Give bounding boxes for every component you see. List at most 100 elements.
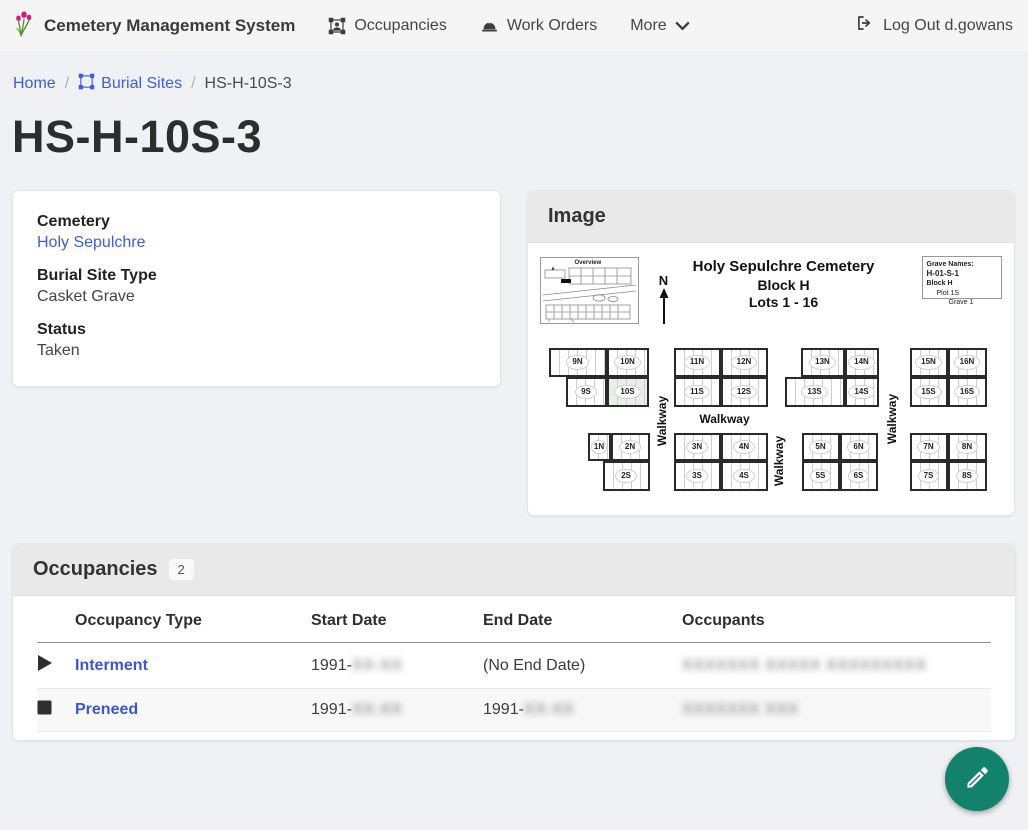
plot-cell-3N: 3N bbox=[674, 433, 721, 461]
column-header-icon bbox=[37, 596, 75, 643]
plot-cell-5S: 5S bbox=[802, 461, 840, 491]
plot-cell-8S: 8S bbox=[948, 461, 987, 491]
plot-label: 9N bbox=[566, 355, 588, 369]
plot-cell-10S-highlighted: 10S bbox=[607, 377, 649, 407]
plot-label: 8S bbox=[956, 469, 978, 483]
plot-label: 14N bbox=[848, 355, 875, 369]
image-card-header: Image bbox=[528, 191, 1014, 243]
plot-cell-4S: 4S bbox=[721, 461, 768, 491]
column-header-start-date: Start Date bbox=[311, 596, 483, 643]
burial-site-type-label: Burial Site Type bbox=[37, 267, 476, 285]
occupancies-count-badge: 2 bbox=[169, 559, 194, 580]
plot-cell-15N: 15N bbox=[910, 348, 948, 377]
walkway-label-vertical-left: Walkway bbox=[655, 396, 669, 446]
nav-item-occupancies[interactable]: Occupancies bbox=[328, 17, 447, 35]
plot-map-image: Overview bbox=[539, 251, 1004, 501]
plot-cell-13S: 13S bbox=[785, 377, 845, 407]
occupancies-icon bbox=[328, 17, 346, 35]
brand[interactable]: Cemetery Management System bbox=[13, 10, 295, 42]
plot-label: 5S bbox=[810, 469, 832, 483]
overview-map-thumbnail: Overview bbox=[540, 257, 639, 324]
nav-item-work-orders[interactable]: Work Orders bbox=[480, 17, 597, 35]
plot-label: 3N bbox=[686, 440, 708, 454]
plot-label: 2S bbox=[615, 469, 637, 483]
plot-cell-10N: 10N bbox=[607, 348, 649, 377]
occupancies-card: Occupancies 2 Occupancy Type Start Date … bbox=[12, 543, 1016, 741]
burial-site-details-card: Cemetery Holy Sepulchre Burial Site Type… bbox=[12, 190, 501, 387]
column-header-occupancy-type: Occupancy Type bbox=[75, 596, 311, 643]
occupancy-row-preneed: Preneed 1991-XX-XX 1991-XX-XX XXXXXXX XX… bbox=[37, 689, 991, 732]
logout-label: Log Out d.gowans bbox=[883, 17, 1013, 35]
plot-cell-14S: 14S bbox=[845, 377, 879, 407]
edit-button[interactable] bbox=[945, 747, 1009, 811]
plot-label: 3S bbox=[686, 469, 708, 483]
plot-label: 6S bbox=[848, 469, 870, 483]
plot-label: 7S bbox=[918, 469, 940, 483]
plot-cell-4N: 4N bbox=[721, 433, 768, 461]
breadcrumb-burial-sites-link[interactable]: Burial Sites bbox=[78, 73, 182, 95]
walkway-label-horizontal: Walkway bbox=[699, 412, 749, 426]
plot-cell-7S: 7S bbox=[910, 461, 948, 491]
start-date-visible: 1991- bbox=[311, 657, 352, 674]
plot-cell-6N: 6N bbox=[840, 433, 878, 461]
plot-label: 1N bbox=[591, 440, 607, 454]
occupancies-section: Occupancies 2 Occupancy Type Start Date … bbox=[12, 543, 1016, 741]
walkway-label-vertical-right: Walkway bbox=[885, 394, 899, 444]
pencil-icon bbox=[964, 764, 991, 794]
nav-item-label: Occupancies bbox=[354, 17, 447, 35]
status-label: Status bbox=[37, 321, 476, 339]
plot-label: 15S bbox=[915, 385, 941, 399]
plot-cell-12N: 12N bbox=[721, 348, 768, 377]
plot-cell-11N: 11N bbox=[674, 348, 721, 377]
occupancy-row-interment: Interment 1991-XX-XX (No End Date) XXXXX… bbox=[37, 643, 991, 689]
end-date-redacted: XX-XX bbox=[524, 701, 575, 718]
plot-label: 14S bbox=[848, 385, 874, 399]
plot-cell-16S: 16S bbox=[948, 377, 987, 407]
nav-item-label: Work Orders bbox=[507, 17, 597, 35]
end-date-visible: (No End Date) bbox=[483, 657, 585, 674]
plot-label: 4S bbox=[733, 469, 755, 483]
overview-label: Overview bbox=[575, 260, 602, 266]
plot-label: 10N bbox=[614, 355, 641, 369]
burial-site-type-value: Casket Grave bbox=[37, 288, 476, 306]
plot-cell-14N: 14N bbox=[845, 348, 879, 377]
occupancy-type-link[interactable]: Preneed bbox=[75, 701, 138, 718]
column-header-occupants: Occupants bbox=[682, 596, 991, 643]
nav-item-label: More bbox=[630, 17, 666, 35]
plot-label: 5N bbox=[809, 440, 831, 454]
main-content: Cemetery Holy Sepulchre Burial Site Type… bbox=[0, 190, 1028, 516]
plot-cell-6S: 6S bbox=[840, 461, 878, 491]
plot-cell-16N: 16N bbox=[948, 348, 987, 377]
image-card-body: Overview bbox=[528, 243, 1014, 515]
map-title-line1: Holy Sepulchre Cemetery bbox=[659, 258, 909, 277]
legend-line: Block H bbox=[927, 279, 997, 288]
plot-label: 11S bbox=[684, 385, 710, 399]
play-icon bbox=[37, 654, 53, 677]
occupancies-card-header: Occupancies 2 bbox=[13, 544, 1015, 596]
app-title: Cemetery Management System bbox=[44, 16, 295, 36]
walkway-label-vertical-middle: Walkway bbox=[772, 436, 786, 486]
nav-item-more[interactable]: More bbox=[630, 17, 689, 35]
plot-label: 16N bbox=[954, 355, 981, 369]
plot-label: 13S bbox=[801, 385, 827, 399]
plot-label: 2N bbox=[619, 440, 641, 454]
plot-label: 12S bbox=[731, 385, 757, 399]
column-header-end-date: End Date bbox=[483, 596, 682, 643]
hard-hat-icon bbox=[480, 17, 499, 35]
plot-cell-3S: 3S bbox=[674, 461, 721, 491]
plot-label: 15N bbox=[915, 355, 942, 369]
breadcrumb-home-link[interactable]: Home bbox=[13, 75, 56, 93]
square-icon bbox=[37, 700, 52, 720]
logout-icon bbox=[855, 14, 874, 37]
map-title-line3: Lots 1 - 16 bbox=[659, 294, 909, 312]
status-value: Taken bbox=[37, 342, 476, 360]
occupancy-type-link[interactable]: Interment bbox=[75, 657, 148, 674]
plot-label: 13N bbox=[809, 355, 836, 369]
breadcrumb-current: HS-H-10S-3 bbox=[205, 75, 292, 93]
image-card: Image Overview bbox=[527, 190, 1015, 516]
plot-cell-2S: 2S bbox=[603, 461, 650, 491]
plot-cell-2N: 2N bbox=[611, 433, 650, 461]
burial-sites-icon bbox=[78, 73, 95, 95]
cemetery-link[interactable]: Holy Sepulchre bbox=[37, 234, 146, 251]
logout-button[interactable]: Log Out d.gowans bbox=[855, 14, 1013, 37]
